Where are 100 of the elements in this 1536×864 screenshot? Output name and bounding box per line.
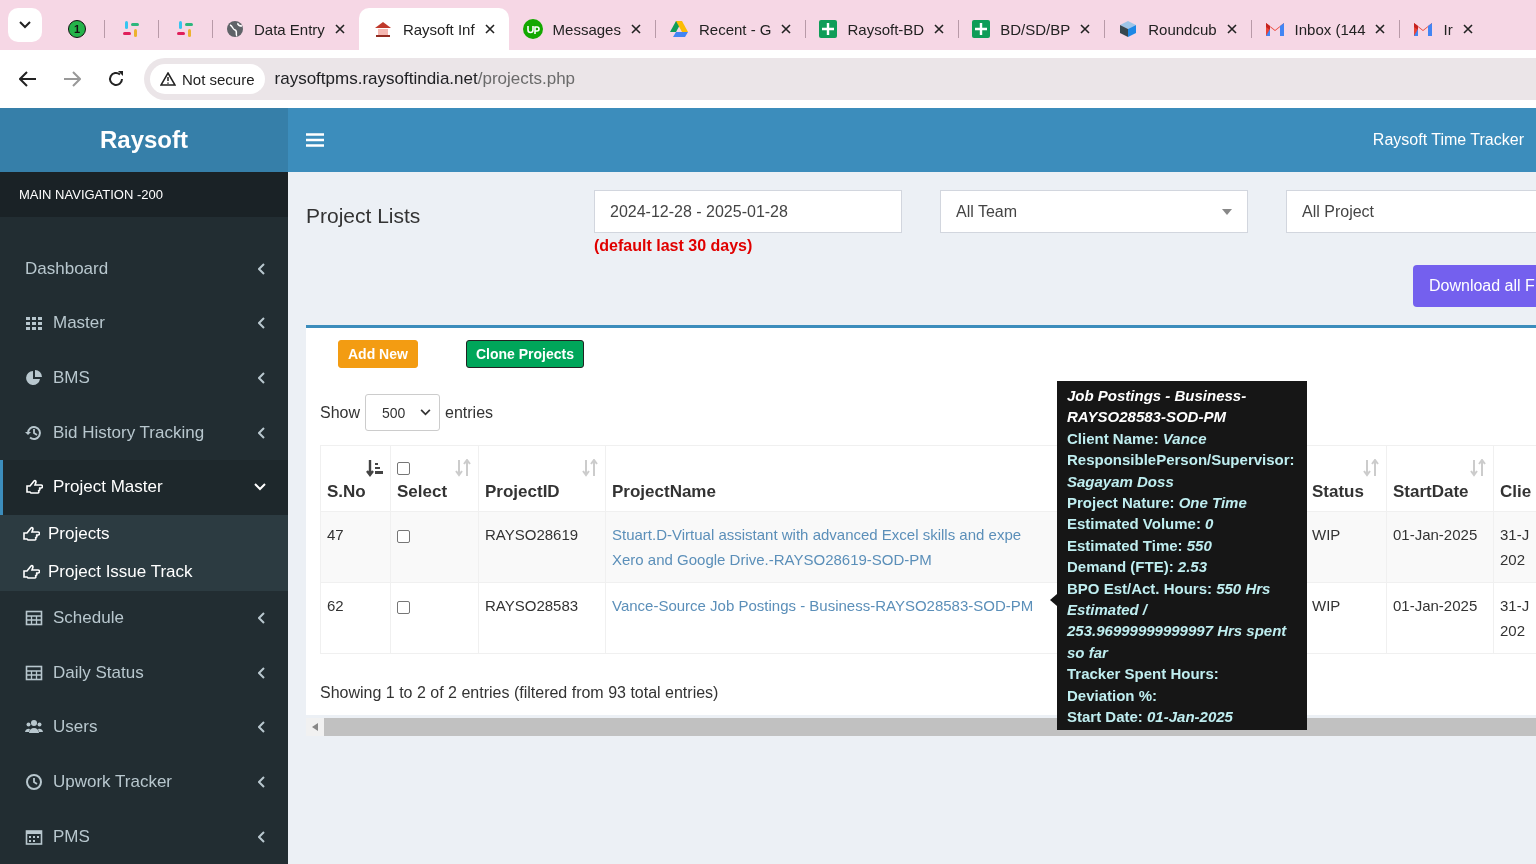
table-cell: 62 [327, 597, 344, 614]
browser-tab[interactable]: Inbox (144 [1250, 8, 1400, 50]
table-cell-text: 31-J 202 [1500, 596, 1530, 641]
download-button[interactable]: Download all F [1413, 265, 1536, 307]
entries-label: entries [445, 403, 494, 422]
sidebar-item[interactable]: Upwork Tracker [0, 754, 288, 810]
sidebar-item[interactable]: Project Master [0, 460, 288, 515]
close-icon[interactable] [334, 24, 345, 34]
security-chip[interactable]: Not secure [150, 64, 265, 94]
url-path: /projects.php [477, 69, 576, 89]
browser-tab[interactable]: Roundcub [1104, 8, 1251, 50]
browser-tab[interactable]: Ir [1399, 8, 1487, 50]
table-cell: RAYSO28619 [485, 526, 579, 543]
tooltip-line: Client Name: Vance [1067, 428, 1208, 449]
back-icon[interactable] [19, 71, 37, 87]
mail-logo-icon [1264, 21, 1285, 37]
date-range-field[interactable]: 2024-12-28 - 2025-01-28 [594, 190, 902, 233]
column-header[interactable]: ProjectID [485, 482, 599, 502]
forward-icon[interactable] [63, 71, 81, 87]
checkbox[interactable] [397, 529, 410, 543]
plus-sheet-icon [819, 20, 838, 38]
grid-icon [25, 314, 43, 333]
sidebar-subitem[interactable]: Projects [22, 514, 288, 553]
tooltip-line: ResponsiblePerson/Supervisor: Sagayam Doss [1067, 450, 1296, 492]
browser-tab[interactable]: 1 [50, 8, 104, 50]
close-icon[interactable] [1080, 24, 1091, 34]
sidebar-item[interactable]: Bid History Tracking [0, 405, 288, 460]
close-icon[interactable] [1462, 24, 1473, 34]
sidebar-item[interactable]: Users [0, 700, 288, 755]
chevron-left-icon [258, 372, 266, 384]
pie-chart-icon [25, 369, 43, 387]
browser-tab[interactable]: BD/SD/BP [958, 8, 1105, 50]
mail-logo-icon [1413, 21, 1434, 37]
hash-logo-icon [176, 20, 194, 38]
table-cell: 01-Jan-2025 [1393, 526, 1478, 543]
close-icon[interactable] [934, 24, 945, 34]
url-host: raysoftpms.raysoftindia.net [274, 69, 478, 89]
table-cell-text: 31-J 202 [1500, 525, 1530, 570]
column-header[interactable]: ProjectName [612, 482, 1054, 502]
chevron-left-icon [258, 426, 266, 439]
tooltip-line: Demand (FTE): 2.53 [1067, 557, 1209, 578]
chevron-left-icon [258, 830, 266, 843]
app-title: Raysoft Time Tracker [1372, 131, 1524, 149]
browser-tab[interactable]: Recent - G [654, 8, 806, 50]
history-icon [25, 423, 43, 442]
column-header[interactable]: Clie [1500, 482, 1536, 502]
chevron-left-icon [258, 721, 266, 734]
notification-badge: 1 [68, 20, 86, 38]
chevron-down-icon [19, 21, 31, 29]
triangle-drive-icon [668, 20, 689, 38]
sidebar-item[interactable]: Dashboard [0, 241, 288, 296]
close-icon[interactable] [781, 24, 792, 34]
menu-icon[interactable] [306, 133, 324, 147]
column-header[interactable]: Select [397, 482, 472, 502]
page-size-select[interactable]: 500 [365, 394, 441, 431]
checkbox[interactable] [397, 461, 410, 475]
project-select[interactable]: All Project [1286, 190, 1536, 233]
plus-sheet-icon [972, 20, 991, 38]
table-cell: RAYSO28583 [485, 597, 579, 614]
address-bar[interactable]: Not secure raysoftpms.raysoftindia.net/projects.php [144, 58, 1536, 100]
chevron-down-icon [254, 483, 266, 492]
tooltip-line: Start Date: 01-Jan-2025 [1067, 707, 1234, 728]
table-icon [25, 609, 43, 627]
clock-icon [25, 773, 43, 792]
sidebar-item[interactable]: Master [0, 296, 288, 351]
close-icon[interactable] [1226, 24, 1237, 34]
sidebar-item[interactable]: BMS [0, 350, 288, 406]
chevron-left-icon [258, 262, 266, 275]
tooltip-line: BPO Est/Act. Hours: 550 Hrs Estimated / 253.96999999999997 Hrs spent so far [1067, 578, 1288, 663]
tooltip-line: Tracker Spent Hours: [1067, 664, 1220, 685]
scroll-left-icon[interactable] [312, 723, 318, 731]
tab-search-button[interactable] [8, 8, 42, 42]
column-header[interactable]: S.No [327, 482, 384, 502]
caret-icon [1222, 208, 1232, 215]
close-icon[interactable] [484, 24, 495, 34]
globe-icon [226, 20, 244, 38]
sort-icon[interactable] [366, 459, 384, 477]
column-header[interactable]: Status [1312, 482, 1380, 502]
checkbox[interactable] [397, 600, 410, 614]
browser-tab[interactable]: Raysoft-BD [805, 8, 959, 50]
sidebar-item[interactable]: Schedule [0, 590, 288, 646]
page-title: Project Lists [306, 204, 422, 228]
close-icon[interactable] [630, 24, 641, 34]
sidebar-item[interactable]: Daily Status [0, 645, 288, 701]
chevron-left-icon [258, 666, 266, 679]
app-logo[interactable]: Raysoft [0, 108, 288, 172]
warning-icon [160, 72, 176, 86]
show-label: Show [320, 403, 361, 422]
column-header[interactable]: StartDate [1393, 482, 1487, 502]
sidebar-subitem[interactable]: Project Issue Track [22, 552, 288, 591]
tooltip-line: Deviation %: [1067, 685, 1158, 706]
browser-tab[interactable]: Messages [508, 8, 655, 50]
team-select[interactable]: All Team [940, 190, 1248, 233]
reload-icon[interactable] [107, 70, 125, 88]
table-cell: 01-Jan-2025 [1393, 597, 1478, 614]
close-icon[interactable] [1375, 24, 1386, 34]
browser-tab[interactable]: Data Entry [212, 8, 359, 50]
cube-icon [1118, 20, 1139, 38]
browser-tab[interactable]: Raysoft Inf [358, 8, 509, 50]
sidebar-item[interactable]: PMS [0, 809, 288, 864]
